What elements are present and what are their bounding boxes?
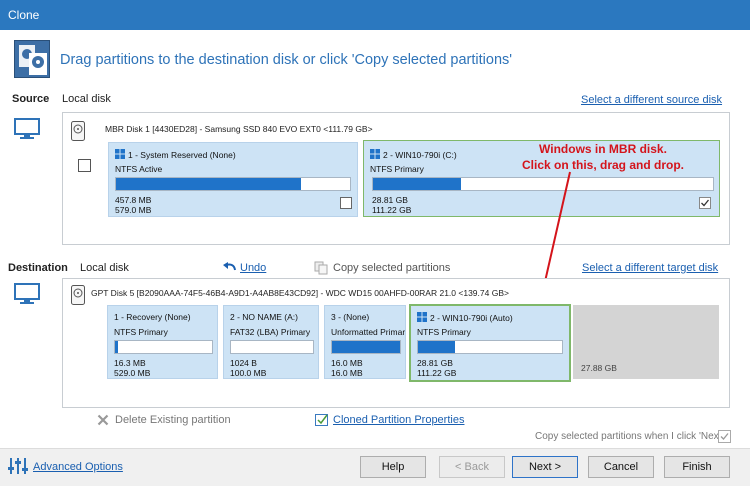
- partition-checkbox[interactable]: [340, 197, 352, 209]
- usage-bar-fill: [332, 341, 400, 353]
- title-bar: Clone: [0, 0, 750, 30]
- usage-bar-fill: [373, 178, 462, 190]
- delete-existing-partition-button[interactable]: Delete Existing partition: [115, 414, 231, 426]
- partition-total: 16.0 MB: [331, 368, 363, 378]
- destination-disk-panel: GPT Disk 5 [B2090AAA-74F5-46B4-A9D1-A4AB…: [62, 278, 730, 408]
- instruction-text: Drag partitions to the destination disk …: [60, 52, 513, 68]
- usage-bar-fill: [115, 341, 118, 353]
- destination-partition-1[interactable]: 1 - Recovery (None) NTFS Primary 16.3 MB…: [107, 305, 218, 379]
- partition-fs: NTFS Active: [115, 164, 163, 174]
- partition-fs: Unformatted Primar: [331, 327, 406, 337]
- partition-total: 579.0 MB: [115, 205, 152, 215]
- destination-disk-type: Local disk: [80, 262, 129, 274]
- partition-total: 529.0 MB: [114, 368, 151, 378]
- partition-used: 1024 B: [230, 358, 257, 368]
- usage-bar: [417, 340, 563, 354]
- copy-selected-partitions-button[interactable]: Copy selected partitions: [333, 262, 450, 274]
- unallocated-space: 27.88 GB: [573, 305, 719, 379]
- source-disk-panel: MBR Disk 1 [4430ED28] - Samsung SSD 840 …: [62, 112, 730, 245]
- destination-monitor-icon: [14, 283, 40, 304]
- partition-name: 1 - Recovery (None): [114, 312, 191, 322]
- next-button[interactable]: Next >: [512, 456, 578, 478]
- partition-used: 16.3 MB: [114, 358, 146, 368]
- destination-disk-info: GPT Disk 5 [B2090AAA-74F5-46B4-A9D1-A4AB…: [91, 288, 509, 298]
- usage-bar-fill: [418, 341, 456, 353]
- delete-x-icon: [97, 414, 109, 426]
- advanced-options-sliders-icon[interactable]: [8, 457, 28, 475]
- finish-button[interactable]: Finish: [664, 456, 730, 478]
- help-button[interactable]: Help: [360, 456, 426, 478]
- select-source-disk-link[interactable]: Select a different source disk: [581, 94, 722, 106]
- source-disk-checkbox[interactable]: [78, 159, 91, 172]
- partition-name: 2 - NO NAME (A:): [230, 312, 299, 322]
- usage-bar: [230, 340, 314, 354]
- dialog-footer: Advanced Options Help < Back Next > Canc…: [0, 448, 750, 486]
- source-label: Source: [12, 93, 50, 105]
- partition-name: 2 - WIN10-790i (Auto): [430, 313, 513, 323]
- select-target-disk-link[interactable]: Select a different target disk: [582, 262, 718, 274]
- source-partition-1[interactable]: 1 - System Reserved (None) NTFS Active 4…: [108, 142, 358, 217]
- copy-when-next-label: Copy selected partitions when I click 'N…: [535, 431, 724, 442]
- partition-fs: NTFS Primary: [417, 327, 471, 337]
- unallocated-size: 27.88 GB: [581, 363, 617, 373]
- source-disk-type: Local disk: [62, 93, 111, 105]
- windows-logo-icon: [370, 149, 383, 160]
- destination-partition-4[interactable]: 2 - WIN10-790i (Auto) NTFS Primary 28.81…: [409, 304, 571, 382]
- partition-total: 111.22 GB: [417, 368, 457, 378]
- source-monitor-icon: [14, 118, 40, 139]
- window-title: Clone: [8, 8, 40, 22]
- partition-fs: NTFS Primary: [370, 164, 424, 174]
- partition-total: 100.0 MB: [230, 368, 267, 378]
- undo-link[interactable]: Undo: [240, 262, 266, 274]
- usage-bar: [331, 340, 401, 354]
- windows-logo-icon: [115, 149, 128, 160]
- partition-name: 2 - WIN10-790i (C:): [383, 150, 457, 160]
- partition-used: 457.8 MB: [115, 195, 152, 205]
- checkmark-icon: [701, 199, 710, 207]
- partition-used: 28.81 GB: [372, 195, 408, 205]
- usage-bar: [115, 177, 351, 191]
- partition-used: 16.0 MB: [331, 358, 363, 368]
- windows-logo-icon: [417, 312, 430, 323]
- hard-disk-icon: [71, 121, 85, 141]
- partition-name: 1 - System Reserved (None): [128, 150, 236, 160]
- destination-partition-2[interactable]: 2 - NO NAME (A:) FAT32 (LBA) Primary 102…: [223, 305, 319, 379]
- partition-fs: FAT32 (LBA) Primary: [230, 327, 311, 337]
- undo-icon[interactable]: [222, 262, 238, 274]
- partition-name: 3 - (None): [331, 312, 370, 322]
- partition-checkbox-checked[interactable]: [699, 197, 711, 209]
- destination-partition-3[interactable]: 3 - (None) Unformatted Primar 16.0 MB 16…: [324, 305, 406, 379]
- usage-bar: [114, 340, 213, 354]
- hard-disk-icon: [71, 285, 85, 305]
- properties-checkbox-icon: [315, 414, 328, 426]
- dialog-header: Drag partitions to the destination disk …: [0, 30, 750, 90]
- cloned-partition-properties-link[interactable]: Cloned Partition Properties: [333, 414, 464, 426]
- copy-icon: [314, 261, 328, 275]
- destination-label: Destination: [8, 262, 68, 274]
- cancel-button[interactable]: Cancel: [588, 456, 654, 478]
- annotation-line-1: Windows in MBR disk.: [539, 142, 667, 156]
- checkmark-icon: [720, 433, 729, 440]
- partition-fs: NTFS Primary: [114, 327, 168, 337]
- usage-bar-fill: [116, 178, 301, 190]
- clone-disk-icon: [14, 40, 50, 78]
- advanced-options-link[interactable]: Advanced Options: [33, 461, 123, 473]
- copy-when-next-checkbox[interactable]: [718, 430, 731, 443]
- partition-used: 28.81 GB: [417, 358, 453, 368]
- back-button[interactable]: < Back: [439, 456, 505, 478]
- source-disk-info: MBR Disk 1 [4430ED28] - Samsung SSD 840 …: [105, 124, 373, 134]
- partition-total: 111.22 GB: [372, 205, 412, 215]
